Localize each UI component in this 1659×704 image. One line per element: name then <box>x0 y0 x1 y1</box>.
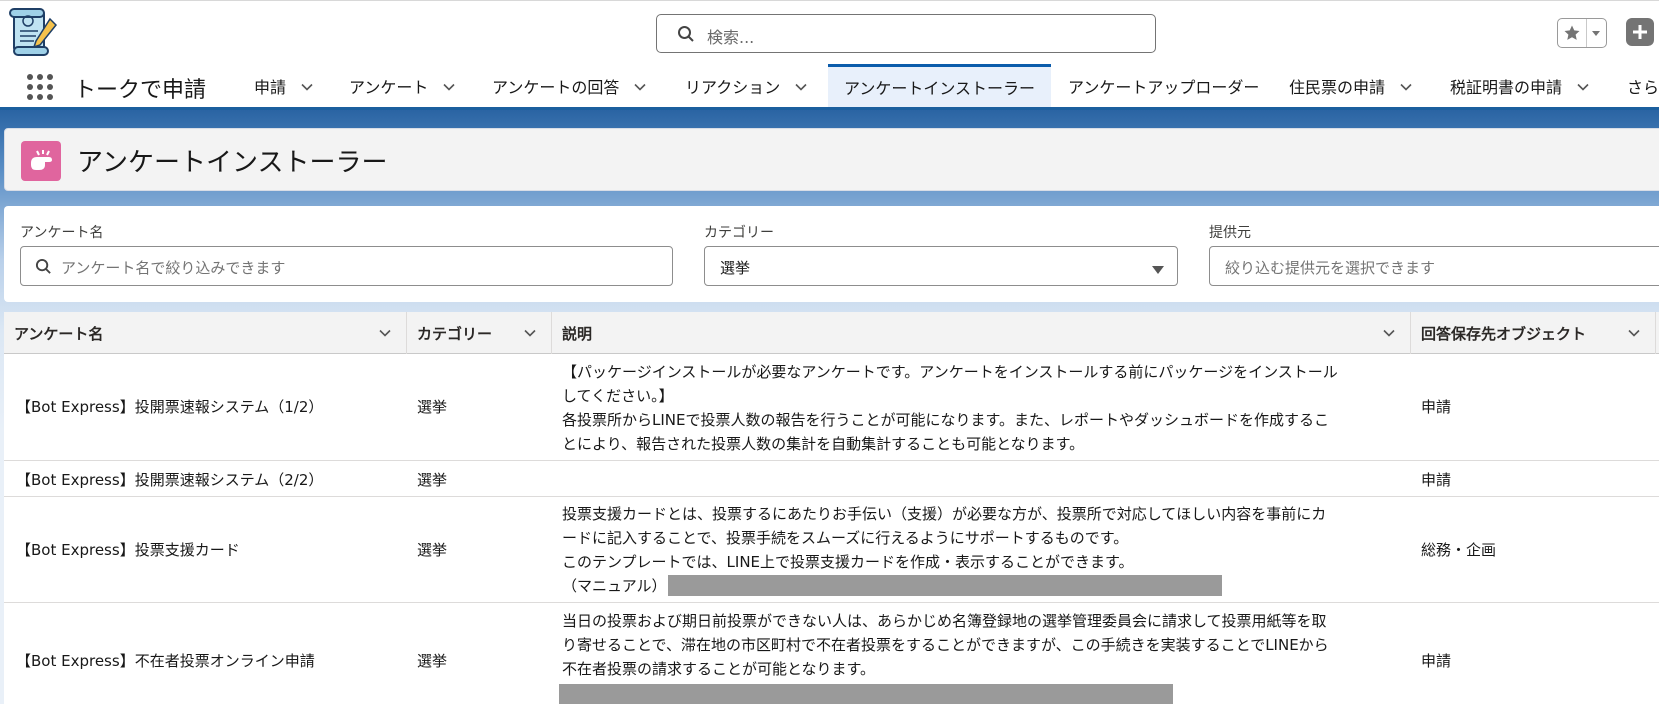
table-row[interactable]: 【Bot Express】投開票速報システム（1/2） 選挙 【パッケージインス… <box>4 354 1659 461</box>
description-cell: 当日の投票および期日前投票ができない人は、あらかじめ名簿登録地の選挙管理委員会に… <box>562 609 1329 681</box>
nav-tab-survey[interactable]: アンケート <box>349 64 456 107</box>
survey-name-cell[interactable]: 【Bot Express】投票支援カード <box>16 539 240 560</box>
nav-tab-more[interactable]: さら <box>1627 64 1659 107</box>
chevron-down-icon[interactable] <box>1399 79 1413 93</box>
chevron-down-icon[interactable] <box>633 79 647 93</box>
filter-panel: アンケート名 アンケート名で絞り込みできます カテゴリー 選挙 提供元 絞り込む… <box>4 206 1659 302</box>
column-header-label: アンケート名 <box>14 324 104 343</box>
column-header-label: 説明 <box>562 324 593 343</box>
description-line: ードに記入することで、投票手続をスムーズに行えるようにサポートするものです。 <box>562 529 1129 547</box>
chevron-down-icon[interactable] <box>1627 326 1641 340</box>
survey-name-cell[interactable]: 【Bot Express】投開票速報システム（2/2） <box>16 469 323 490</box>
description-line: 各投票所からLINEで投票人数の報告を行うことが可能になります。また、レポートや… <box>562 411 1329 429</box>
nav-tab-label: アンケートアップローダー <box>1068 77 1260 97</box>
column-header-label: 回答保存先オブジェクト <box>1421 324 1587 343</box>
category-filter-select[interactable]: 選挙 <box>704 246 1178 286</box>
description-line: 不在者投票の請求することが可能となります。 <box>562 660 876 678</box>
survey-name-cell[interactable]: 【Bot Express】不在者投票オンライン申請 <box>16 650 315 671</box>
category-cell: 選挙 <box>417 398 448 416</box>
nav-tab-reaction[interactable]: リアクション <box>685 64 808 107</box>
answer-object-cell: 申請 <box>1421 398 1452 416</box>
description-line: してください。】 <box>562 387 674 405</box>
column-header-category[interactable]: カテゴリー <box>407 312 552 354</box>
search-placeholder: 検索... <box>707 28 755 47</box>
survey-name-filter-placeholder: アンケート名で絞り込みできます <box>61 259 286 277</box>
table-row[interactable]: 【Bot Express】不在者投票オンライン申請 選挙 当日の投票および期日前… <box>4 603 1659 704</box>
chevron-down-icon[interactable] <box>1382 326 1396 340</box>
redacted-link <box>559 684 1173 704</box>
chevron-down-icon[interactable] <box>523 326 537 340</box>
nav-tab-survey-installer[interactable]: アンケートインストーラー <box>828 64 1052 107</box>
table-row[interactable]: 【Bot Express】投開票速報システム（2/2） 選挙 申請 <box>4 461 1659 497</box>
chevron-down-icon[interactable] <box>1587 19 1606 47</box>
description-line: 投票支援カードとは、投票するにあたりお手伝い（支援）が必要な方が、投票所で対応し… <box>562 505 1327 523</box>
nav-tab-resident-certificate[interactable]: 住民票の申請 <box>1289 64 1413 107</box>
nav-tab-label: アンケート <box>349 77 429 97</box>
column-header-label: カテゴリー <box>417 324 493 343</box>
search-icon <box>677 25 695 43</box>
favorites-button-group <box>1557 18 1607 48</box>
provider-filter-placeholder: 絞り込む提供元を選択できます <box>1225 259 1436 277</box>
global-header: 検索... <box>0 0 1659 64</box>
category-filter-value: 選挙 <box>720 259 751 277</box>
answer-object-cell: 総務・企画 <box>1421 541 1497 559</box>
app-name: トークで申請 <box>74 78 207 103</box>
category-cell: 選挙 <box>417 541 448 559</box>
description-line: 【パッケージインストールが必要なアンケートです。アンケートをインストールする前に… <box>562 363 1338 381</box>
page-title: アンケートインストーラー <box>77 148 388 178</box>
hand-pointer-icon <box>21 141 61 181</box>
global-add-button[interactable] <box>1626 18 1654 46</box>
description-cell: 【パッケージインストールが必要なアンケートです。アンケートをインストールする前に… <box>562 360 1338 456</box>
column-header-survey-name[interactable]: アンケート名 <box>4 312 407 354</box>
nav-tab-survey-answers[interactable]: アンケートの回答 <box>492 64 647 107</box>
description-line: このテンプレートでは、LINE上で投票支援カードを作成・表示することができます。 <box>562 553 1134 571</box>
nav-tab-label: 住民票の申請 <box>1289 77 1386 97</box>
survey-name-filter-input[interactable]: アンケート名で絞り込みできます <box>20 246 673 286</box>
description-line: 当日の投票および期日前投票ができない人は、あらかじめ名簿登録地の選挙管理委員会に… <box>562 612 1327 630</box>
app-launcher-icon[interactable] <box>26 73 54 101</box>
chevron-down-icon[interactable] <box>1576 79 1590 93</box>
chevron-down-icon[interactable] <box>300 79 314 93</box>
nav-tab-label: さら <box>1627 77 1659 97</box>
search-icon <box>35 258 52 279</box>
table-header: アンケート名 カテゴリー 説明 回答保存先オブジェクト <box>4 312 1659 354</box>
table-row[interactable]: 【Bot Express】投票支援カード 選挙 投票支援カードとは、投票するにあ… <box>4 497 1659 603</box>
answer-object-cell: 申請 <box>1421 652 1452 670</box>
survey-table: アンケート名 カテゴリー 説明 回答保存先オブジェクト 【Bot Express… <box>4 312 1659 704</box>
nav-tab-survey-uploader[interactable]: アンケートアップローダー <box>1068 64 1259 107</box>
nav-tab-application[interactable]: 申請 <box>254 64 314 107</box>
nav-tab-label: 申請 <box>254 77 287 97</box>
provider-filter-label: 提供元 <box>1209 225 1251 241</box>
app-navigation-bar: トークで申請 申請 アンケート アンケートの回答 リアクション アンケートインス… <box>0 64 1659 110</box>
favorite-star-icon[interactable] <box>1558 19 1587 47</box>
chevron-down-icon[interactable] <box>794 79 808 93</box>
nav-tab-label: リアクション <box>685 77 781 97</box>
nav-tab-tax-certificate[interactable]: 税証明書の申請 <box>1450 64 1590 107</box>
chevron-down-icon[interactable] <box>442 79 456 93</box>
nav-tab-label: アンケートの回答 <box>492 77 620 97</box>
category-filter-label: カテゴリー <box>704 225 774 241</box>
dropdown-arrow-icon <box>1151 261 1165 280</box>
answer-object-cell: 申請 <box>1421 471 1452 489</box>
page-header: アンケートインストーラー <box>4 128 1659 191</box>
description-line: とにより、報告された投票人数の集計を自動集計することも可能となります。 <box>562 435 1085 453</box>
chevron-down-icon[interactable] <box>378 326 392 340</box>
nav-tab-label: 税証明書の申請 <box>1450 77 1563 97</box>
description-line: り寄せることで、滞在地の市区町村で不在者投票をすることができますが、この手続きを… <box>562 636 1329 654</box>
column-header-description[interactable]: 説明 <box>552 312 1411 354</box>
category-cell: 選挙 <box>417 652 448 670</box>
provider-filter-select[interactable]: 絞り込む提供元を選択できます <box>1209 246 1659 286</box>
column-header-answer-object[interactable]: 回答保存先オブジェクト <box>1411 312 1656 354</box>
nav-tab-label: アンケートインストーラー <box>844 79 1036 98</box>
scroll-logo-icon[interactable] <box>6 5 62 61</box>
category-cell: 選挙 <box>417 471 448 489</box>
global-search-input[interactable]: 検索... <box>656 14 1156 53</box>
redacted-link <box>668 575 1222 596</box>
survey-name-filter-label: アンケート名 <box>20 225 104 241</box>
survey-name-cell[interactable]: 【Bot Express】投開票速報システム（1/2） <box>16 396 323 417</box>
